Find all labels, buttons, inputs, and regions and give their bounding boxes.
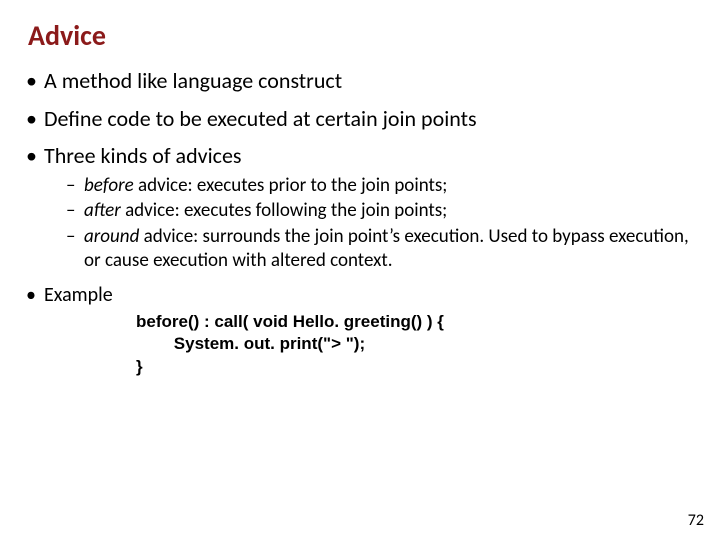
example-label: Example xyxy=(26,283,694,307)
code-line: before() : call( void Hello. greeting() … xyxy=(136,312,444,331)
page-number: 72 xyxy=(688,511,704,530)
bullet-item: Define code to be executed at certain jo… xyxy=(26,105,694,133)
code-block: before() : call( void Hello. greeting() … xyxy=(136,311,694,380)
sub-bullet-text: advice: executes prior to the join point… xyxy=(134,174,448,197)
sub-bullet-item: after advice: executes following the joi… xyxy=(66,199,694,223)
code-line: System. out. print("> "); xyxy=(136,334,365,353)
slide: Advice A method like language construct … xyxy=(0,0,720,540)
bullet-item: A method like language construct xyxy=(26,67,694,95)
sub-bullet-text: advice: executes following the join poin… xyxy=(121,199,448,222)
bullet-item: Three kinds of advices before advice: ex… xyxy=(26,142,694,273)
bullet-list: A method like language construct Define … xyxy=(26,67,694,273)
keyword: after xyxy=(84,199,121,222)
sub-bullet-list: before advice: executes prior to the joi… xyxy=(66,174,694,273)
sub-bullet-text: advice: surrounds the join point’s execu… xyxy=(84,225,689,272)
slide-title: Advice xyxy=(28,18,694,53)
sub-bullet-item: around advice: surrounds the join point’… xyxy=(66,225,694,273)
bullet-text: Three kinds of advices xyxy=(44,142,242,169)
sub-bullet-item: before advice: executes prior to the joi… xyxy=(66,174,694,198)
code-line: } xyxy=(136,357,143,376)
keyword: before xyxy=(84,174,134,197)
keyword: around xyxy=(84,225,139,248)
